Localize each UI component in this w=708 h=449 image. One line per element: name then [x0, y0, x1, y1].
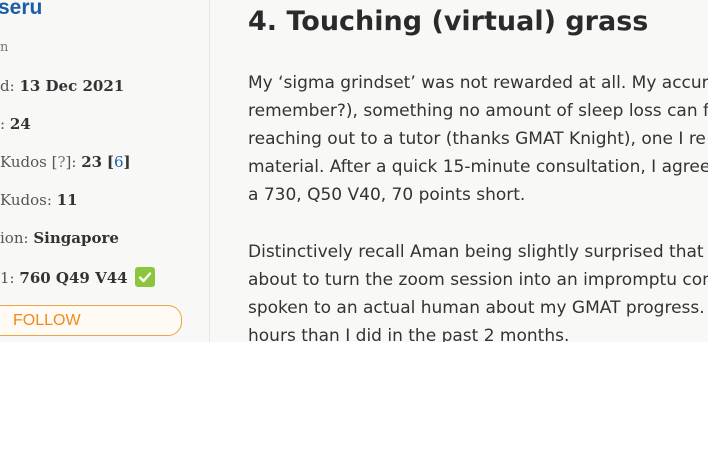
- kudos-given-value: 11: [56, 191, 78, 209]
- gmat-score-value: 760 Q49 V44: [19, 269, 128, 287]
- kudos-bracket-close: ]: [123, 153, 131, 171]
- paragraph-1: My ‘sigma grindset’ was not rewarded at …: [248, 69, 708, 209]
- location-label: ion:: [0, 229, 29, 247]
- paragraph-1-line: a 730, Q50 V40, 70 points short.: [248, 185, 526, 205]
- posts-label: :: [0, 115, 6, 133]
- kudos-value: 23: [81, 153, 103, 171]
- kudos-label: Kudos [: [0, 153, 58, 171]
- follow-button[interactable]: FOLLOW: [0, 305, 182, 336]
- kudos-extra-link[interactable]: 6: [114, 153, 124, 171]
- paragraph-2-line: about to turn the zoom session into an i…: [248, 270, 708, 290]
- gmat-score-row: 1: 760 Q49 V44: [0, 267, 156, 287]
- gmat-score-label: 1:: [0, 269, 15, 287]
- location-row: ion: Singapore: [0, 229, 119, 247]
- author-sidebar: seru n d: 13 Dec 2021 : 24 Kudos [?]: 23…: [0, 0, 210, 342]
- joined-value: 13 Dec 2021: [19, 77, 125, 95]
- location-value: Singapore: [33, 229, 119, 247]
- kudos-row: Kudos [?]: 23 [6]: [0, 153, 131, 171]
- posts-value: 24: [9, 115, 31, 133]
- paragraph-2: Distinctively recall Aman being slightly…: [248, 238, 708, 342]
- kudos-help-link[interactable]: ?: [58, 153, 66, 171]
- kudos-label-end: ]:: [65, 153, 77, 171]
- paragraph-1-line: material. After a quick 15-minute consul…: [248, 157, 708, 177]
- joined-label: d:: [0, 77, 15, 95]
- joined-row: d: 13 Dec 2021: [0, 77, 124, 95]
- posts-row: : 24: [0, 115, 31, 133]
- paragraph-1-line: My ‘sigma grindset’ was not rewarded at …: [248, 73, 708, 93]
- author-status: n: [0, 40, 9, 55]
- verified-check-icon: [135, 267, 156, 287]
- paragraph-2-line: hours than I did in the past 2 months.: [248, 326, 570, 342]
- viewport: seru n d: 13 Dec 2021 : 24 Kudos [?]: 23…: [0, 0, 708, 342]
- section-heading: 4. Touching (virtual) grass: [248, 6, 649, 37]
- paragraph-1-line: reaching out to a tutor (thanks GMAT Kni…: [248, 129, 706, 149]
- kudos-given-row: Kudos: 11: [0, 191, 78, 209]
- paragraph-2-line: spoken to an actual human about my GMAT …: [248, 298, 705, 318]
- kudos-bracket-open: [: [106, 153, 114, 171]
- paragraph-1-line: remember?), something no amount of sleep…: [248, 101, 708, 121]
- paragraph-2-line: Distinctively recall Aman being slightly…: [248, 242, 708, 262]
- kudos-given-label: Kudos:: [0, 191, 52, 209]
- author-username[interactable]: seru: [0, 0, 42, 20]
